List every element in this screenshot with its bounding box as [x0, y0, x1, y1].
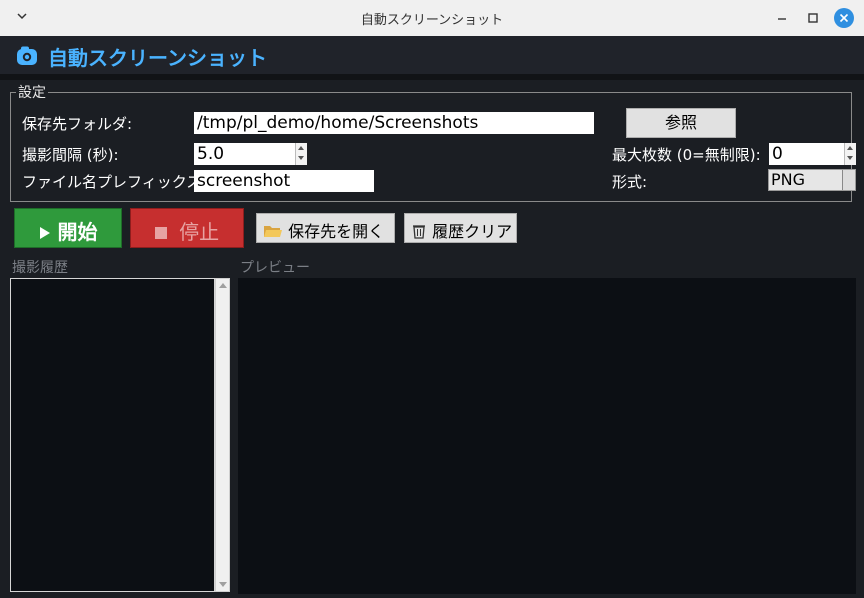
format-label: 形式: — [612, 173, 648, 191]
preview-area — [238, 278, 856, 594]
stop-button[interactable]: 停止 — [130, 208, 244, 248]
settings-legend: 設定 — [16, 82, 48, 102]
max-count-label: 最大枚数 (0=無制限): — [612, 146, 761, 164]
max-count-spinbox[interactable]: 0 — [769, 143, 856, 165]
history-scrollbar[interactable] — [215, 278, 230, 592]
format-value: PNG — [771, 170, 806, 189]
play-icon — [39, 227, 50, 239]
interval-spinbox[interactable]: 5.0 — [194, 143, 307, 165]
folder-input[interactable]: /tmp/pl_demo/home/Screenshots — [194, 112, 594, 134]
history-label: 撮影履歴 — [12, 260, 68, 276]
app-title: 自動スクリーンショット — [48, 46, 267, 70]
clear-history-label: 履歴クリア — [432, 222, 513, 241]
start-label: 開始 — [57, 220, 98, 244]
spin-down-icon[interactable] — [298, 156, 304, 160]
interval-spin-arrows[interactable] — [295, 143, 307, 165]
format-select[interactable]: PNG — [768, 169, 856, 191]
prefix-label: ファイル名プレフィックス: — [22, 173, 207, 191]
browse-button[interactable]: 参照 — [626, 108, 736, 138]
trash-icon — [413, 225, 425, 239]
camera-icon — [17, 46, 37, 65]
folder-icon — [264, 226, 282, 237]
start-button[interactable]: 開始 — [14, 208, 122, 248]
preview-label: プレビュー — [240, 260, 310, 276]
open-folder-label: 保存先を開く — [288, 222, 385, 241]
minimize-icon[interactable] — [772, 8, 792, 28]
spin-down-icon[interactable] — [847, 156, 853, 160]
spin-up-icon[interactable] — [298, 146, 304, 150]
clear-history-button[interactable]: 履歴クリア — [404, 213, 517, 243]
max-count-value: 0 — [772, 144, 783, 164]
folder-label: 保存先フォルダ: — [22, 115, 133, 133]
stop-label: 停止 — [179, 220, 220, 244]
open-folder-button[interactable]: 保存先を開く — [256, 213, 395, 243]
close-icon[interactable] — [834, 8, 854, 28]
max-count-spin-arrows[interactable] — [844, 143, 856, 165]
prefix-input[interactable]: screenshot — [194, 170, 374, 192]
header-divider — [0, 74, 864, 80]
interval-label: 撮影間隔 (秒): — [22, 146, 119, 164]
stop-icon — [154, 227, 167, 239]
window-title: 自動スクリーンショット — [360, 13, 504, 28]
maximize-icon[interactable] — [803, 8, 823, 28]
scroll-down-icon[interactable] — [219, 582, 227, 587]
interval-value: 5.0 — [197, 144, 225, 164]
window-titlebar: 自動スクリーンショット — [0, 0, 864, 36]
spin-up-icon[interactable] — [847, 146, 853, 150]
app-header: 自動スクリーンショット — [0, 36, 864, 74]
dropdown-arrow-icon[interactable] — [842, 170, 855, 190]
history-list[interactable] — [10, 278, 215, 592]
scroll-up-icon[interactable] — [219, 283, 227, 288]
